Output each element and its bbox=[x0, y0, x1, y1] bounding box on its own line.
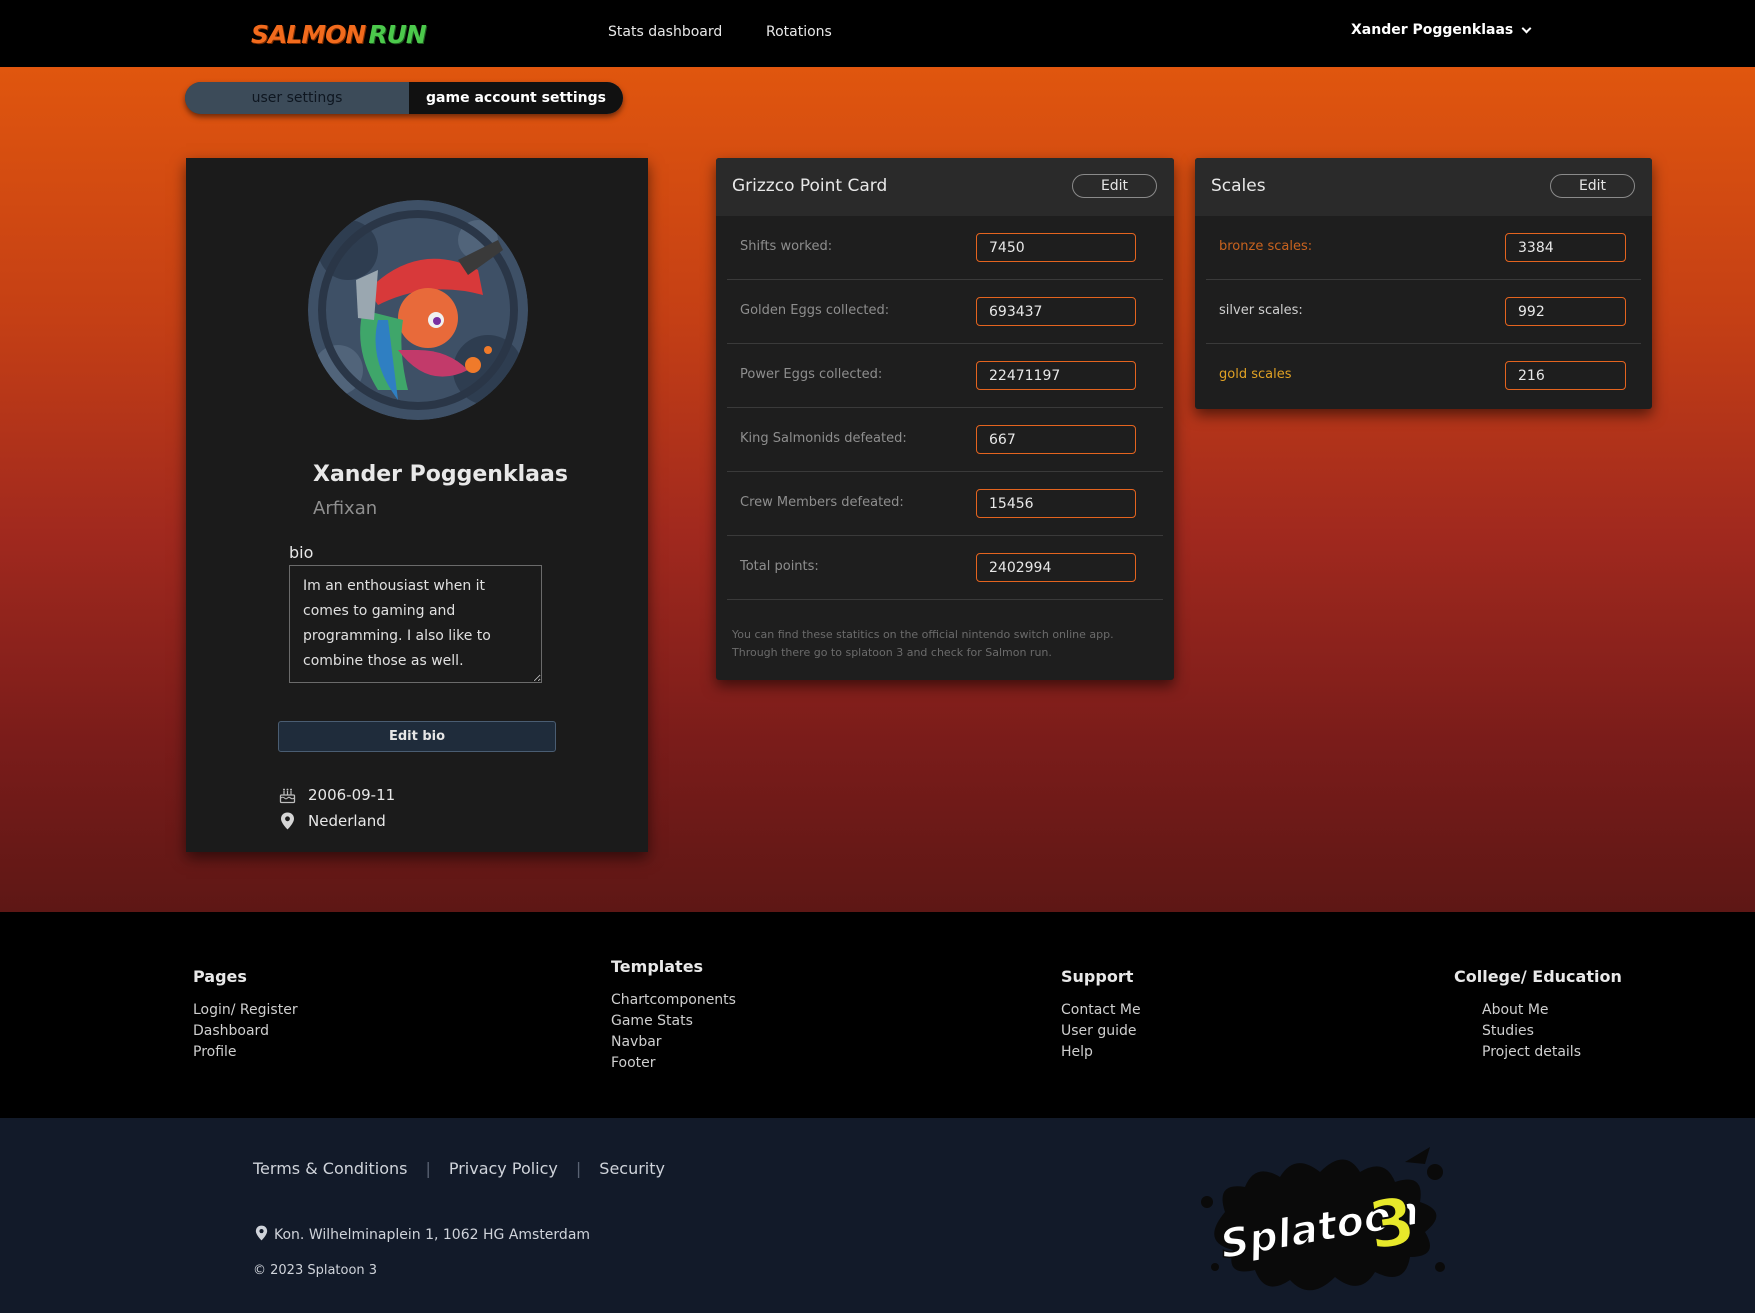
grizzco-info-note: You can find these statitics on the offi… bbox=[732, 628, 1114, 659]
footer-link-contact-me[interactable]: Contact Me bbox=[1061, 1000, 1141, 1021]
footer-bottom: Terms & Conditions | Privacy Policy | Se… bbox=[0, 1118, 1755, 1313]
logo-text-run: RUN bbox=[368, 19, 426, 49]
main-content: user settings game account settings Xand… bbox=[0, 67, 1755, 912]
silver-scales-input[interactable] bbox=[1505, 297, 1626, 326]
stat-row-king-salmonids: King Salmonids defeated: bbox=[727, 408, 1163, 472]
stat-row-total-points: Total points: bbox=[727, 536, 1163, 600]
footer-column-support: Support Contact Me User guide Help bbox=[1061, 967, 1141, 1063]
grizzco-edit-button[interactable]: Edit bbox=[1072, 174, 1157, 198]
navbar: SALMON RUN Stats dashboard Rotations Xan… bbox=[0, 0, 1755, 67]
stat-row-crew-members: Crew Members defeated: bbox=[727, 472, 1163, 536]
profile-handle: Arfixan bbox=[313, 498, 378, 519]
user-menu-name: Xander Poggenklaas bbox=[1351, 22, 1514, 38]
bio-textarea[interactable] bbox=[289, 565, 542, 683]
footer-link-studies[interactable]: Studies bbox=[1482, 1021, 1622, 1042]
silver-scales-label: silver scales: bbox=[1219, 303, 1303, 318]
total-points-input[interactable] bbox=[976, 553, 1136, 582]
stat-row-silver-scales: silver scales: bbox=[1206, 280, 1641, 344]
splatoon-3-logo: Splatoon 3 bbox=[1185, 1142, 1455, 1302]
footer-link-chartcomponents[interactable]: Chartcomponents bbox=[611, 990, 736, 1011]
stat-row-golden-eggs: Golden Eggs collected: bbox=[727, 280, 1163, 344]
scales-edit-button[interactable]: Edit bbox=[1550, 174, 1635, 198]
stat-label: Crew Members defeated: bbox=[740, 495, 904, 510]
nav-link-rotations[interactable]: Rotations bbox=[766, 24, 832, 40]
birthday-cake-icon bbox=[278, 786, 296, 804]
edit-bio-button[interactable]: Edit bio bbox=[278, 721, 556, 752]
divider: | bbox=[575, 1159, 582, 1178]
profile-name: Xander Poggenklaas bbox=[313, 462, 568, 487]
tab-game-account-settings[interactable]: game account settings bbox=[409, 82, 623, 114]
address: Kon. Wilhelminaplein 1, 1062 HG Amsterda… bbox=[255, 1225, 590, 1245]
footer-column-templates: Templates Chartcomponents Game Stats Nav… bbox=[611, 957, 736, 1074]
footer-link-about-me[interactable]: About Me bbox=[1482, 1000, 1622, 1021]
scales-card-header: Scales Edit bbox=[1195, 158, 1652, 216]
king-salmonids-input[interactable] bbox=[976, 425, 1136, 454]
stat-label: Golden Eggs collected: bbox=[740, 303, 890, 318]
stat-row-power-eggs: Power Eggs collected: bbox=[727, 344, 1163, 408]
stat-row-gold-scales: gold scales bbox=[1206, 344, 1641, 408]
tab-user-settings[interactable]: user settings bbox=[185, 82, 409, 114]
footer-link-user-guide[interactable]: User guide bbox=[1061, 1021, 1141, 1042]
footer-link-game-stats[interactable]: Game Stats bbox=[611, 1011, 736, 1032]
legal-link-security[interactable]: Security bbox=[599, 1159, 665, 1178]
grizzco-card-title: Grizzco Point Card bbox=[732, 176, 888, 196]
legal-link-privacy[interactable]: Privacy Policy bbox=[449, 1159, 558, 1178]
location-row: Nederland bbox=[278, 812, 386, 830]
footer-link-help[interactable]: Help bbox=[1061, 1042, 1141, 1063]
stat-label: Total points: bbox=[740, 559, 819, 574]
user-menu-dropdown[interactable]: Xander Poggenklaas bbox=[1351, 22, 1532, 38]
stat-label: Shifts worked: bbox=[740, 239, 833, 254]
footer-column-college: College/ Education About Me Studies Proj… bbox=[1454, 967, 1622, 1063]
gold-scales-label: gold scales bbox=[1219, 367, 1292, 382]
legal-links: Terms & Conditions | Privacy Policy | Se… bbox=[253, 1159, 665, 1178]
avatar bbox=[308, 200, 528, 420]
golden-eggs-input[interactable] bbox=[976, 297, 1136, 326]
location-pin-icon bbox=[278, 812, 296, 830]
settings-tabs: user settings game account settings bbox=[185, 82, 623, 114]
bio-label: bio bbox=[289, 543, 314, 562]
location-pin-icon bbox=[255, 1225, 268, 1245]
location-text: Nederland bbox=[308, 812, 386, 830]
crew-members-input[interactable] bbox=[976, 489, 1136, 518]
salmon-run-logo[interactable]: SALMON RUN bbox=[251, 14, 427, 54]
footer-heading-college: College/ Education bbox=[1454, 967, 1622, 986]
footer-link-project-details[interactable]: Project details bbox=[1482, 1042, 1622, 1063]
footer-link-dashboard[interactable]: Dashboard bbox=[193, 1021, 298, 1042]
logo-text-salmon: SALMON bbox=[251, 19, 366, 49]
footer-column-pages: Pages Login/ Register Dashboard Profile bbox=[193, 967, 298, 1063]
stat-row-bronze-scales: bronze scales: bbox=[1206, 216, 1641, 280]
grizzco-card-header: Grizzco Point Card Edit bbox=[716, 158, 1174, 216]
scales-card: Scales Edit bronze scales: silver scales… bbox=[1195, 158, 1652, 409]
copyright: © 2023 Splatoon 3 bbox=[253, 1263, 378, 1278]
birthdate-text: 2006-09-11 bbox=[308, 786, 396, 804]
shifts-worked-input[interactable] bbox=[976, 233, 1136, 262]
stat-label: King Salmonids defeated: bbox=[740, 431, 907, 446]
birthdate-row: 2006-09-11 bbox=[278, 786, 395, 804]
scales-card-title: Scales bbox=[1211, 176, 1266, 196]
profile-card: Xander Poggenklaas Arfixan bio Edit bio … bbox=[186, 158, 648, 852]
footer-heading-templates: Templates bbox=[611, 957, 704, 976]
footer-link-login-register[interactable]: Login/ Register bbox=[193, 1000, 298, 1021]
footer-link-profile[interactable]: Profile bbox=[193, 1042, 298, 1063]
footer-link-footer[interactable]: Footer bbox=[611, 1053, 736, 1074]
chevron-down-icon bbox=[1521, 23, 1532, 33]
bronze-scales-input[interactable] bbox=[1505, 233, 1626, 262]
gold-scales-input[interactable] bbox=[1505, 361, 1626, 390]
footer-link-navbar[interactable]: Navbar bbox=[611, 1032, 736, 1053]
power-eggs-input[interactable] bbox=[976, 361, 1136, 390]
divider: | bbox=[425, 1159, 431, 1178]
footer-heading-support: Support bbox=[1061, 967, 1134, 986]
stat-row-shifts: Shifts worked: bbox=[727, 216, 1163, 280]
footer-college-links: About Me Studies Project details bbox=[1454, 1000, 1622, 1063]
bronze-scales-label: bronze scales: bbox=[1219, 239, 1313, 254]
nav-link-stats-dashboard[interactable]: Stats dashboard bbox=[608, 24, 722, 40]
stat-label: Power Eggs collected: bbox=[740, 367, 883, 382]
footer-heading-pages: Pages bbox=[193, 967, 247, 986]
grizzco-point-card: Grizzco Point Card Edit Shifts worked: G… bbox=[716, 158, 1174, 680]
address-text: Kon. Wilhelminaplein 1, 1062 HG Amsterda… bbox=[274, 1227, 591, 1243]
footer-links: Pages Login/ Register Dashboard Profile … bbox=[0, 912, 1755, 1118]
legal-link-terms[interactable]: Terms & Conditions bbox=[253, 1159, 407, 1178]
